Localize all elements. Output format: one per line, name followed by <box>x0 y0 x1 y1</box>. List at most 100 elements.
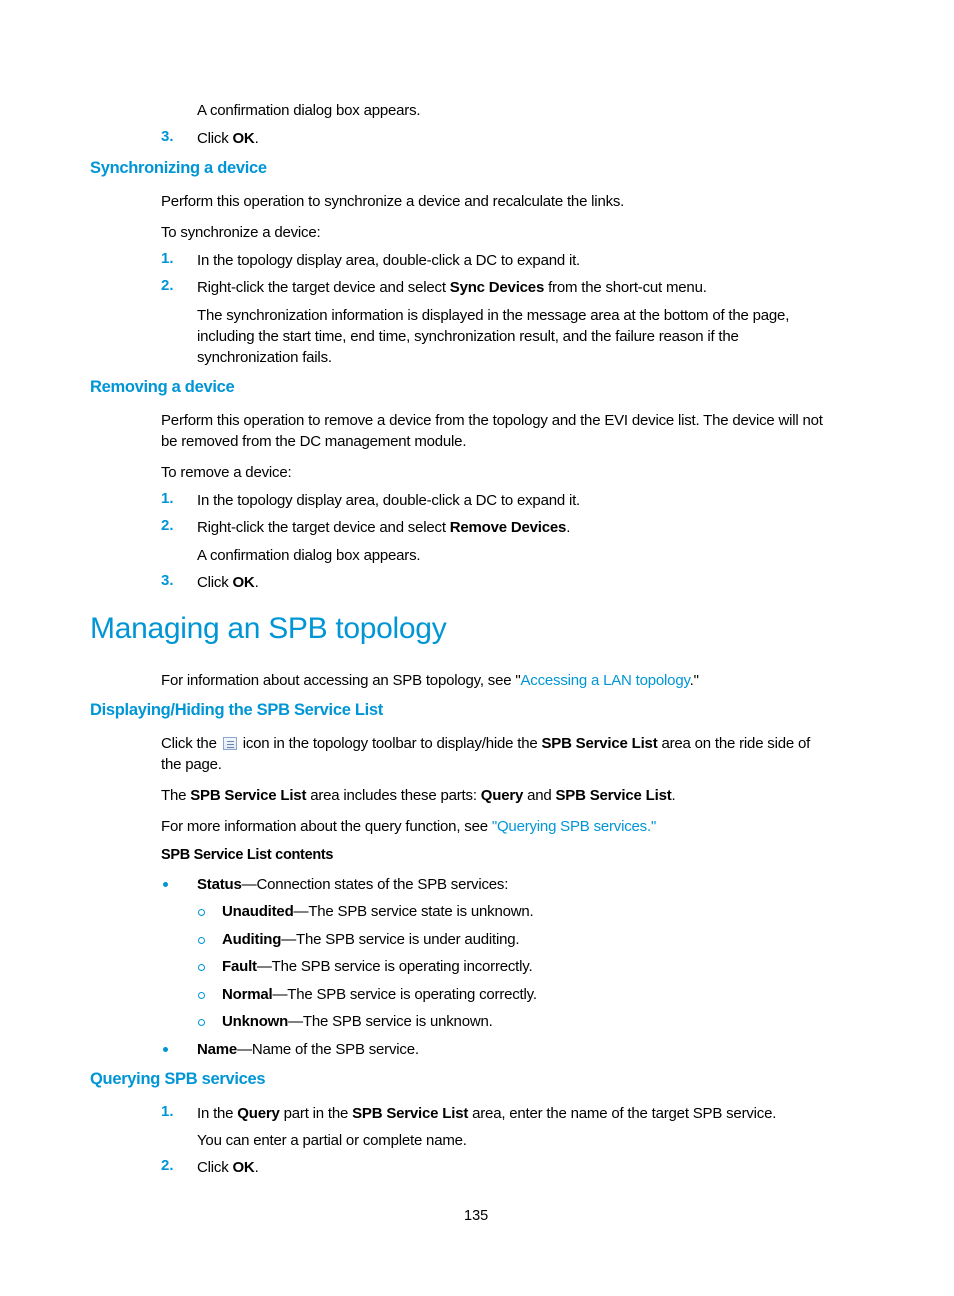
bullet-status: Status—Connection states of the SPB serv… <box>197 874 508 895</box>
cross-reference-link[interactable]: Accessing a LAN topology <box>520 672 689 689</box>
sub-bullet-circle <box>198 1019 205 1026</box>
cross-reference-link[interactable]: "Querying SPB services." <box>492 818 656 835</box>
paragraph-confirmation: A confirmation dialog box appears. <box>197 547 421 564</box>
step-number: 3. <box>161 572 174 589</box>
step-number: 2. <box>161 1157 174 1174</box>
text-run: For more information about the query fun… <box>161 818 492 835</box>
bold-term: SPB Service List <box>555 787 672 804</box>
status-item: Fault—The SPB service is operating incor… <box>222 956 533 977</box>
status-item: Normal—The SPB service is operating corr… <box>222 984 537 1005</box>
status-item: Unaudited—The SPB service state is unkno… <box>222 901 534 922</box>
step-text: Right-click the target device and select… <box>197 517 570 538</box>
text-run: part in the <box>279 1105 353 1122</box>
status-label: Unaudited <box>222 903 294 920</box>
paragraph-remove-to: To remove a device: <box>161 464 292 481</box>
text-run: The <box>161 787 191 804</box>
paragraph-sync-intro: Perform this operation to synchronize a … <box>161 193 625 210</box>
step-text: Click OK. <box>197 572 259 593</box>
click-icon-rest: icon in the topology toolbar to display/… <box>242 735 811 752</box>
service-list-icon <box>222 737 237 750</box>
text-run: area includes these parts: <box>306 787 481 804</box>
bold-term: OK <box>232 130 255 147</box>
status-desc: —The SPB service is unknown. <box>288 1013 493 1030</box>
bullet-desc: —Connection states of the SPB services: <box>241 876 509 893</box>
text-run: Right-click the target device and select <box>197 519 450 536</box>
step-number: 3. <box>161 128 174 145</box>
step-text: In the Query part in the SPB Service Lis… <box>197 1103 776 1124</box>
text-run: In the <box>197 1105 238 1122</box>
paragraph-spb-access: For information about accessing an SPB t… <box>161 670 699 691</box>
remove-intro-line: Perform this operation to remove a devic… <box>161 412 823 429</box>
text-run: . <box>254 130 259 147</box>
bullet-label: Status <box>197 876 242 893</box>
paragraph-click-icon: Click the icon in the topology toolbar to… <box>161 733 810 754</box>
text-run: and <box>523 787 556 804</box>
bold-term: OK <box>232 574 255 591</box>
bold-term: SPB Service List <box>352 1105 469 1122</box>
text-run: Click <box>197 130 233 147</box>
step-number: 1. <box>161 490 174 507</box>
status-desc: —The SPB service state is unknown. <box>293 903 534 920</box>
heading-displaying-hiding-spb-service-list: Displaying/Hiding the SPB Service List <box>90 701 384 719</box>
sub-bullet-circle <box>198 992 205 999</box>
step-number: 2. <box>161 277 174 294</box>
text-run: ." <box>689 672 699 689</box>
text-run: Click <box>197 1159 233 1176</box>
sub-bullet-circle <box>198 909 205 916</box>
document-page: A confirmation dialog box appears. 3. Cl… <box>0 0 954 1296</box>
subheading-spb-service-list-contents: SPB Service List contents <box>161 847 334 863</box>
bold-term: Query <box>237 1105 280 1122</box>
text-run: Click <box>197 574 233 591</box>
status-desc: —The SPB service is operating incorrectl… <box>256 958 533 975</box>
text-run: . <box>566 519 571 536</box>
text-run: area, enter the name of the target SPB s… <box>468 1105 777 1122</box>
bullet-desc: —Name of the SPB service. <box>237 1041 419 1058</box>
step-number: 1. <box>161 250 174 267</box>
paragraph-parts: The SPB Service List area includes these… <box>161 785 676 806</box>
bold-term: Sync Devices <box>449 279 545 296</box>
text-run: Right-click the target device and select <box>197 279 450 296</box>
step-number: 2. <box>161 517 174 534</box>
status-item: Unknown—The SPB service is unknown. <box>222 1011 493 1032</box>
step-text: Right-click the target device and select… <box>197 277 707 298</box>
step-number: 1. <box>161 1103 174 1120</box>
text-run: . <box>254 574 259 591</box>
status-label: Normal <box>222 986 273 1003</box>
bold-term: Remove Devices <box>449 519 567 536</box>
bullet-name: Name—Name of the SPB service. <box>197 1039 419 1060</box>
status-label: Auditing <box>222 931 282 948</box>
sync-note-line: including the start time, end time, sync… <box>197 328 739 345</box>
text-run: area on the ride side of <box>657 735 811 752</box>
paragraph-click-icon-line2: the page. <box>161 756 222 773</box>
bullet-dot <box>163 1047 168 1052</box>
status-desc: —The SPB service is under auditing. <box>281 931 520 948</box>
sync-note-line: The synchronization information is displ… <box>197 307 790 324</box>
step-text: In the topology display area, double-cli… <box>197 492 581 509</box>
status-desc: —The SPB service is operating correctly. <box>272 986 537 1003</box>
remove-intro-line: be removed from the DC management module… <box>161 433 467 450</box>
click-the-text: Click the <box>161 735 217 752</box>
paragraph-sync-to: To synchronize a device: <box>161 224 321 241</box>
bold-term: Query <box>480 787 524 804</box>
sub-bullet-circle <box>198 964 205 971</box>
text-run: from the short-cut menu. <box>544 279 707 296</box>
page-number: 135 <box>464 1208 489 1224</box>
bullet-dot <box>163 882 168 887</box>
bold-term: SPB Service List <box>190 787 307 804</box>
text-run: For information about accessing an SPB t… <box>161 672 521 689</box>
sub-bullet-circle <box>198 937 205 944</box>
heading-managing-spb-topology: Managing an SPB topology <box>90 612 447 645</box>
bullet-label: Name <box>197 1041 238 1058</box>
heading-querying-spb-services: Querying SPB services <box>90 1070 266 1088</box>
step-text: Click OK. <box>197 128 259 149</box>
heading-synchronizing-a-device: Synchronizing a device <box>90 159 267 177</box>
step-text: In the topology display area, double-cli… <box>197 252 581 269</box>
status-item: Auditing—The SPB service is under auditi… <box>222 929 520 950</box>
heading-removing-a-device: Removing a device <box>90 378 235 396</box>
sync-note-line: synchronization fails. <box>197 349 332 366</box>
bold-term: OK <box>232 1159 255 1176</box>
query-note: You can enter a partial or complete name… <box>197 1132 467 1149</box>
text-run: icon in the topology toolbar to display/… <box>242 735 542 752</box>
text-run: . <box>254 1159 259 1176</box>
bold-term: SPB Service List <box>541 735 658 752</box>
